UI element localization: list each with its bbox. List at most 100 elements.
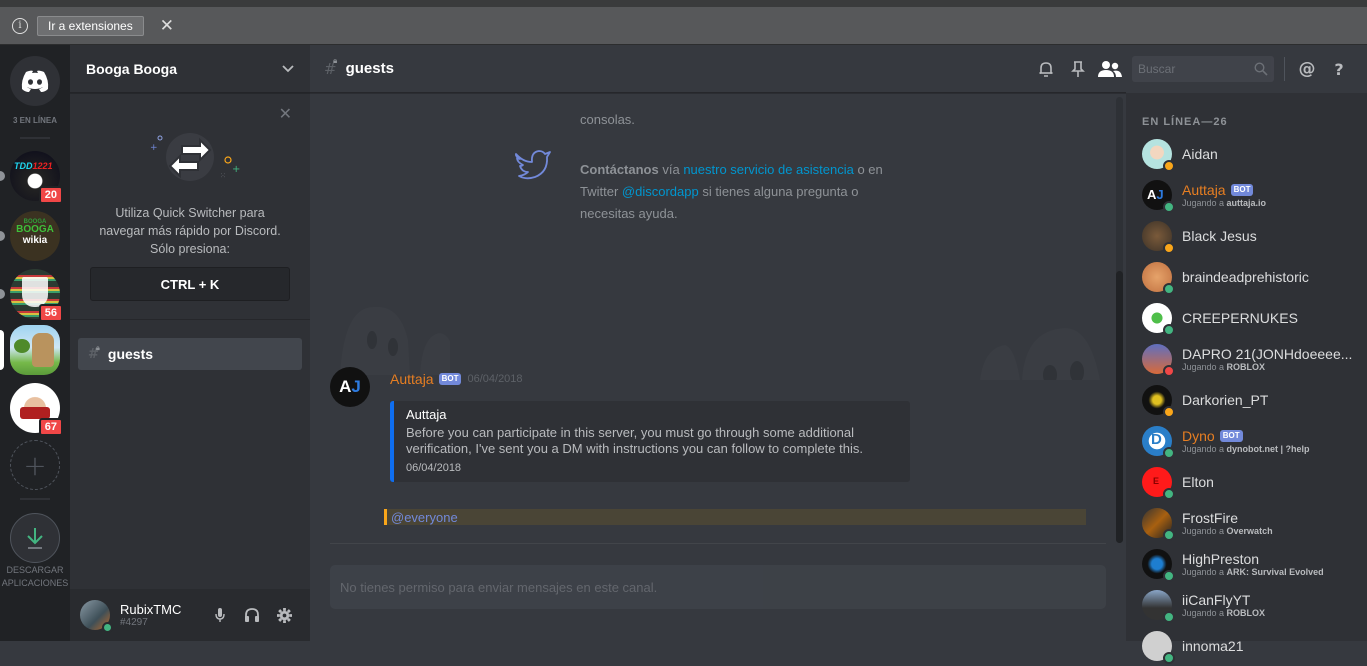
member-info: Dyno BOT Jugando a dynobot.net | ?help: [1182, 428, 1310, 454]
member-activity: Jugando a auttaja.io: [1182, 198, 1267, 208]
status-idle-icon: [1163, 406, 1175, 418]
member-item[interactable]: Darkorien_PT: [1142, 380, 1362, 420]
guild-icon: [10, 325, 60, 375]
toolbar-separator: [1284, 57, 1285, 81]
member-avatar: [1142, 631, 1175, 664]
member-info: FrostFire Jugando a Overwatch: [1182, 510, 1273, 536]
unread-indicator: [0, 289, 5, 299]
member-activity: Jugando a ROBLOX: [1182, 362, 1266, 372]
member-list: EN LÍNEA—26 Aidan AJ Auttaja BOT Jugando a a…: [1126, 93, 1367, 664]
member-info: innoma21: [1182, 638, 1244, 654]
bot-badge: BOT: [1230, 184, 1254, 196]
member-item[interactable]: AJ Auttaja BOT Jugando a auttaja.io: [1142, 175, 1362, 215]
user-avatar[interactable]: [80, 600, 113, 633]
svg-text:+: +: [232, 164, 240, 175]
guild-item[interactable]: BOOGA BOOGA wikia: [0, 211, 60, 261]
scrollbar-thumb[interactable]: [1116, 271, 1123, 543]
search-input[interactable]: Buscar: [1132, 56, 1274, 82]
member-item[interactable]: DAPRO 21(JONHdoeeee... Jugando a ROBLOX: [1142, 339, 1362, 379]
member-avatar: [1142, 549, 1175, 582]
member-avatar: [1142, 344, 1175, 377]
guild-item[interactable]: TDD1221 20: [0, 151, 63, 204]
member-item[interactable]: braindeadprehistoric: [1142, 257, 1362, 297]
contact-label: Contáctanos: [580, 162, 659, 177]
embed-footer: 06/04/2018: [406, 462, 462, 474]
members-icon[interactable]: [1094, 60, 1126, 78]
member-activity: Jugando a Overwatch: [1182, 526, 1273, 536]
member-item[interactable]: FrostFire Jugando a Overwatch: [1142, 503, 1362, 543]
member-item[interactable]: CREEPERNUKES: [1142, 298, 1362, 338]
username: RubixTMC: [120, 602, 182, 617]
member-name: Black Jesus: [1182, 228, 1257, 244]
selected-indicator: [0, 330, 4, 370]
member-info: Elton: [1182, 474, 1214, 490]
bot-badge: BOT: [438, 373, 462, 385]
member-name: Dyno: [1182, 428, 1215, 444]
twitter-link[interactable]: @discordapp: [622, 184, 699, 199]
extension-infobar: i La extensión actualizada necesita perm…: [0, 0, 1367, 341]
guild-item[interactable]: 67: [10, 383, 63, 436]
status-idle-icon: [1163, 160, 1175, 172]
channel-item-guests[interactable]: # 🔒︎ guests: [78, 338, 302, 370]
member-item[interactable]: Aidan: [1142, 134, 1362, 174]
member-item[interactable]: E Elton: [1142, 462, 1362, 502]
member-item[interactable]: iiCanFlyYT Jugando a ROBLOX: [1142, 585, 1362, 625]
close-icon[interactable]: ✕: [160, 16, 174, 36]
bot-badge: BOT: [1219, 430, 1243, 442]
status-online-icon: [1163, 611, 1175, 623]
status-online-icon: [1163, 652, 1175, 664]
member-name: braindeadprehistoric: [1182, 269, 1309, 285]
member-item[interactable]: D Dyno BOT Jugando a dynobot.net | ?help: [1142, 421, 1362, 461]
server-header[interactable]: Booga Booga: [70, 45, 310, 93]
status-dnd-icon: [1163, 365, 1175, 377]
member-info: DAPRO 21(JONHdoeeee... Jugando a ROBLOX: [1182, 346, 1352, 372]
mention-icon[interactable]: @: [1291, 59, 1323, 79]
guild-item-selected[interactable]: [0, 325, 60, 375]
go-to-extensions-button[interactable]: Ir a extensiones: [37, 15, 144, 36]
member-avatar: [1142, 385, 1175, 418]
discord-home-button[interactable]: [10, 56, 60, 106]
headphones-icon[interactable]: [236, 607, 268, 623]
discord-logo-icon: [21, 70, 49, 92]
settings-gear-icon[interactable]: [268, 607, 300, 623]
support-link[interactable]: nuestro servicio de asistencia: [683, 162, 854, 177]
member-name: Aidan: [1182, 146, 1218, 162]
message-timestamp: 06/04/2018: [467, 373, 523, 385]
message-avatar[interactable]: AJ: [330, 367, 370, 407]
status-online-icon: [1163, 447, 1175, 459]
member-item[interactable]: innoma21: [1142, 626, 1362, 666]
bell-icon[interactable]: [1030, 60, 1062, 78]
download-apps-button[interactable]: [10, 513, 60, 563]
member-avatar: [1142, 508, 1175, 541]
guild-separator: [20, 498, 50, 500]
server-name: Booga Booga: [86, 60, 177, 77]
member-item[interactable]: Black Jesus: [1142, 216, 1362, 256]
mention-badge: 67: [38, 418, 63, 436]
member-name: Auttaja: [1182, 182, 1226, 198]
member-item[interactable]: HighPreston Jugando a ARK: Survival Evolv…: [1142, 544, 1362, 584]
help-icon[interactable]: ?: [1323, 60, 1355, 79]
chevron-down-icon: [282, 64, 294, 72]
member-avatar: E: [1142, 467, 1175, 500]
message-input-disabled: No tienes permiso para enviar mensajes e…: [330, 565, 1106, 609]
channel-header: # 🔒︎ guests: [310, 45, 1126, 93]
message-author[interactable]: Auttaja: [390, 371, 434, 387]
guild-icon: BOOGA BOOGA wikia: [10, 211, 60, 261]
member-name: Elton: [1182, 474, 1214, 490]
status-online-icon: [102, 622, 113, 633]
member-info: braindeadprehistoric: [1182, 269, 1309, 285]
pin-icon[interactable]: [1062, 60, 1094, 78]
microphone-icon[interactable]: [204, 607, 236, 623]
channel-sidebar: Booga Booga ✕ + + ⁙ Utiliza Quick Switch…: [70, 45, 310, 641]
guild-item[interactable]: 56: [0, 269, 63, 322]
add-server-button[interactable]: +: [10, 440, 60, 490]
chat-area: # 🔒︎ guests consolas. Contáctanos vía nue…: [310, 45, 1126, 641]
member-info: Auttaja BOT Jugando a auttaja.io: [1182, 182, 1266, 208]
member-name: iiCanFlyYT: [1182, 592, 1251, 608]
member-activity: Jugando a ROBLOX: [1182, 608, 1266, 618]
everyone-mention[interactable]: @everyone: [391, 510, 458, 525]
server-list: 3 EN LÍNEA TDD1221 20 BOOGA BOOGA wikia …: [0, 45, 70, 641]
member-info: CREEPERNUKES: [1182, 310, 1298, 326]
member-avatar: [1142, 221, 1175, 254]
close-icon[interactable]: ✕: [279, 104, 292, 123]
